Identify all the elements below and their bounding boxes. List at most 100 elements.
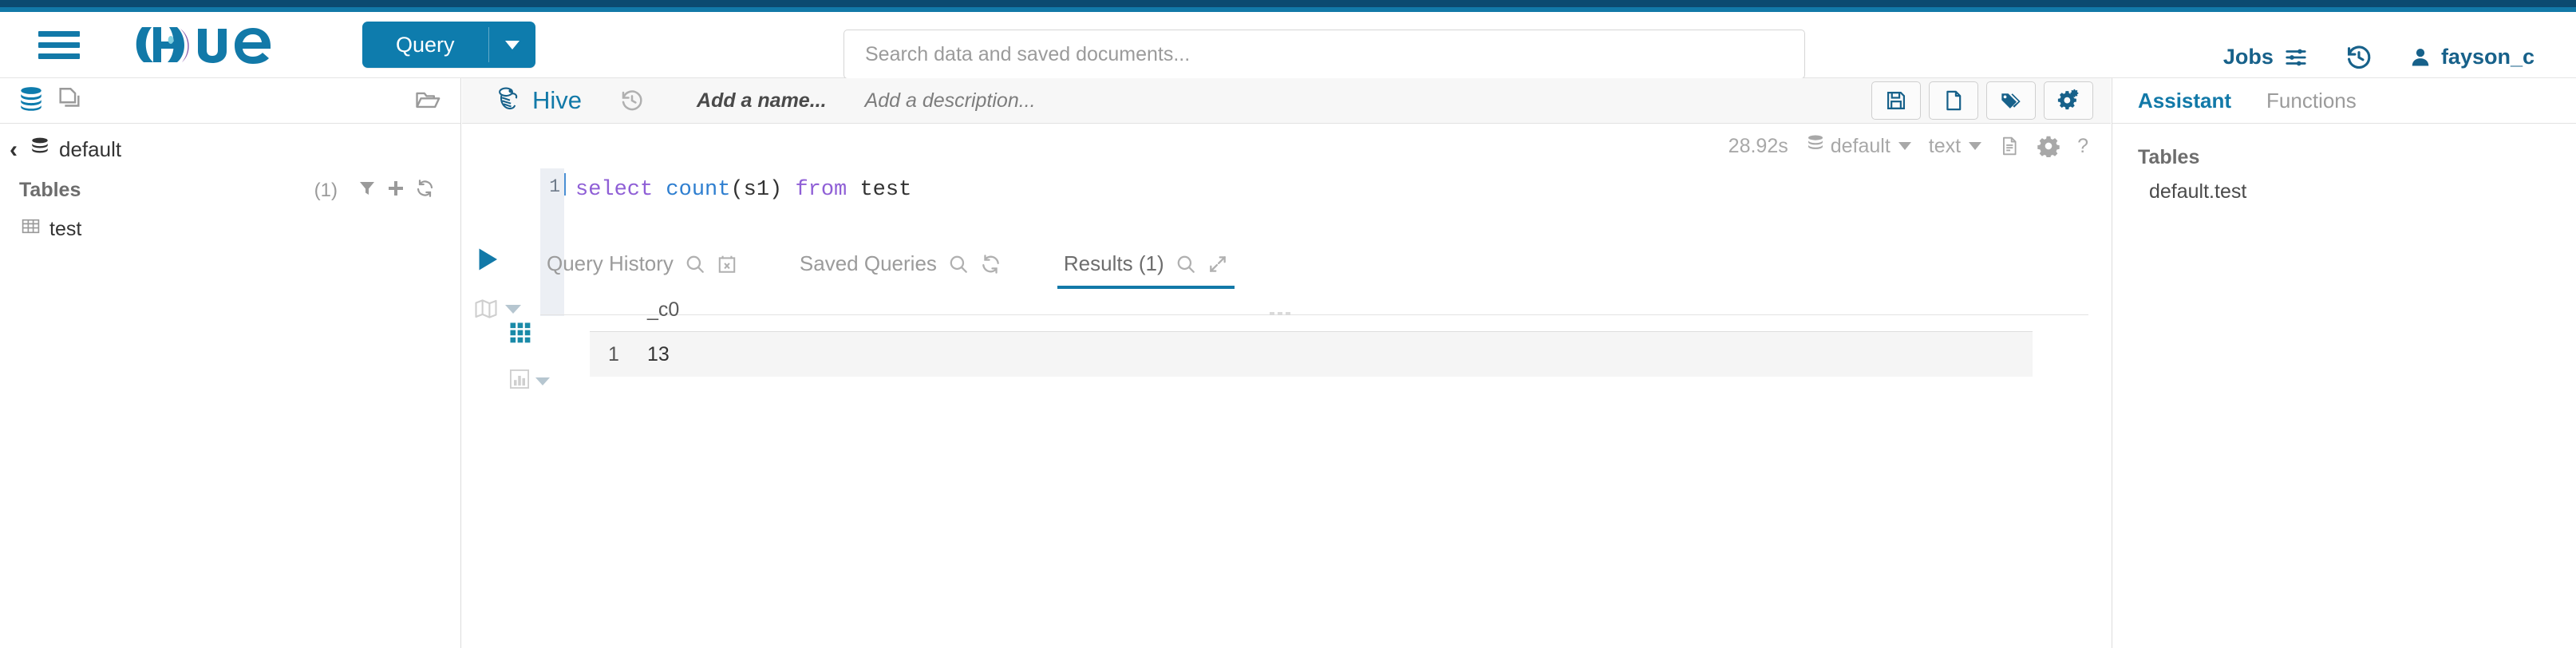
sql-token-keyword-from: from [795,178,847,202]
sliders-icon [2283,45,2309,69]
chevron-down-icon [1898,142,1911,150]
editor-gutter-buttons [473,245,537,321]
global-search[interactable] [844,30,1805,79]
chevron-down-icon [535,377,550,385]
format-selector-label: text [1928,134,1962,157]
app-body: ‹ default Tables (1) test Hive Add a nam… [0,78,2576,648]
text-cursor [564,173,566,196]
search-icon[interactable] [1175,254,1196,275]
sidebar-tables-count: (1) [314,179,338,201]
editor-toolbar: Hive Add a name... Add a description... [462,78,2111,124]
sql-token-space [653,178,666,202]
hue-logo[interactable] [136,24,295,65]
sidebar-item-test[interactable]: test [10,213,443,245]
query-description-input[interactable]: Add a description... [865,89,1036,113]
query-duration: 28.92s [1728,134,1788,157]
tab-saved-queries-label: Saved Queries [799,251,937,275]
row-cell-c0: 13 [647,342,670,365]
sql-token-keyword-select: select [575,178,654,202]
top-accent-bar [0,0,2576,7]
chevron-down-icon[interactable] [489,22,535,68]
jobs-button[interactable]: Jobs [2223,45,2309,69]
results-table: _c0 1 13 [590,289,2033,377]
expand-icon[interactable] [1207,254,1228,275]
tab-functions[interactable]: Functions [2266,89,2357,113]
document-icon[interactable] [1999,135,2020,157]
sidebar-icon-bar [0,78,460,124]
documents-icon[interactable] [56,85,83,117]
hue-logo-icon [136,27,271,64]
search-icon[interactable] [685,254,705,275]
open-folder-icon[interactable] [413,85,443,117]
calendar-clear-icon[interactable] [717,254,737,275]
query-name-input[interactable]: Add a name... [697,89,827,113]
engine-selector[interactable]: Hive [494,84,582,118]
tab-results[interactable]: Results (1) [1057,251,1235,289]
run-query-button[interactable] [473,245,537,278]
query-button-label: Query [396,32,455,57]
results-panel: _c0 1 13 [509,289,2111,648]
jobs-label: Jobs [2222,45,2274,69]
assistant-tabs: Assistant Functions [2112,78,2576,124]
plus-icon[interactable] [386,179,405,202]
filter-icon[interactable] [358,179,377,202]
sql-token-function-count: count [666,178,731,202]
database-selector-label: default [1830,134,1891,157]
hive-bee-icon [494,84,524,118]
history-button[interactable] [2345,44,2373,71]
tags-button[interactable] [1986,81,2036,120]
tab-assistant[interactable]: Assistant [2138,89,2231,113]
format-selector[interactable]: text [1928,134,1982,158]
bottom-tabs: Query History Saved Queries Results (1) [540,235,1284,289]
query-settings-bar: 28.92s default text ? [462,124,2111,168]
chevron-left-icon[interactable]: ‹ [10,137,18,162]
tab-saved-queries[interactable]: Saved Queries [793,251,1008,289]
assistant-table-item[interactable]: default.test [2138,180,2550,203]
results-view-switcher [508,321,564,394]
sidebar-tables-header: Tables (1) [19,179,435,202]
user-menu[interactable]: fayson_c [2409,45,2535,69]
hue-query-editor-page: Query Jobs [0,0,2576,648]
save-button[interactable] [1871,81,1921,120]
left-sidebar: ‹ default Tables (1) test [0,78,461,648]
sidebar-tree: ‹ default Tables (1) test [0,124,460,245]
chart-view-button[interactable] [508,368,564,394]
tab-results-label: Results (1) [1063,251,1164,275]
database-selector[interactable]: default [1806,134,1911,159]
refresh-icon[interactable] [980,254,1002,275]
sidebar-tables-label: Tables [19,179,81,201]
table-row[interactable]: 1 13 [590,332,2033,377]
database-icon [1806,134,1825,159]
grid-icon[interactable] [508,321,564,349]
table-icon [21,216,41,242]
sidebar-database-label: default [59,137,122,161]
app-header: Query Jobs [0,12,2576,79]
user-name: fayson_c [2440,45,2535,69]
results-table-header: _c0 [590,289,2033,332]
settings-button[interactable] [2044,81,2093,120]
bar-chart-icon [508,368,531,394]
search-input[interactable] [844,30,1805,79]
sidebar-table-label: test [49,217,82,240]
assistant-body: Tables default.test [2112,124,2576,226]
question-mark-icon[interactable]: ? [2077,135,2088,158]
editor-history-icon[interactable] [620,89,644,113]
query-button[interactable]: Query [362,22,535,68]
search-icon[interactable] [948,254,969,275]
assistant-section-title: Tables [2138,146,2200,168]
row-index: 1 [608,342,619,365]
sql-token-args: (s1) [730,178,796,202]
hamburger-icon[interactable] [38,27,80,62]
refresh-icon[interactable] [415,179,435,202]
history-icon [2345,44,2373,71]
user-icon [2409,45,2432,69]
editor-pane: Hive Add a name... Add a description... [462,78,2111,648]
gear-icon[interactable] [2037,135,2060,157]
assistant-panel: Assistant Functions Tables default.test [2112,78,2576,648]
tab-query-history[interactable]: Query History [540,251,744,289]
new-query-button[interactable] [1929,81,1978,120]
sidebar-database-breadcrumb[interactable]: ‹ default [10,136,443,163]
explain-button[interactable] [473,297,537,321]
database-icon[interactable] [18,85,45,117]
tab-query-history-label: Query History [547,251,674,275]
